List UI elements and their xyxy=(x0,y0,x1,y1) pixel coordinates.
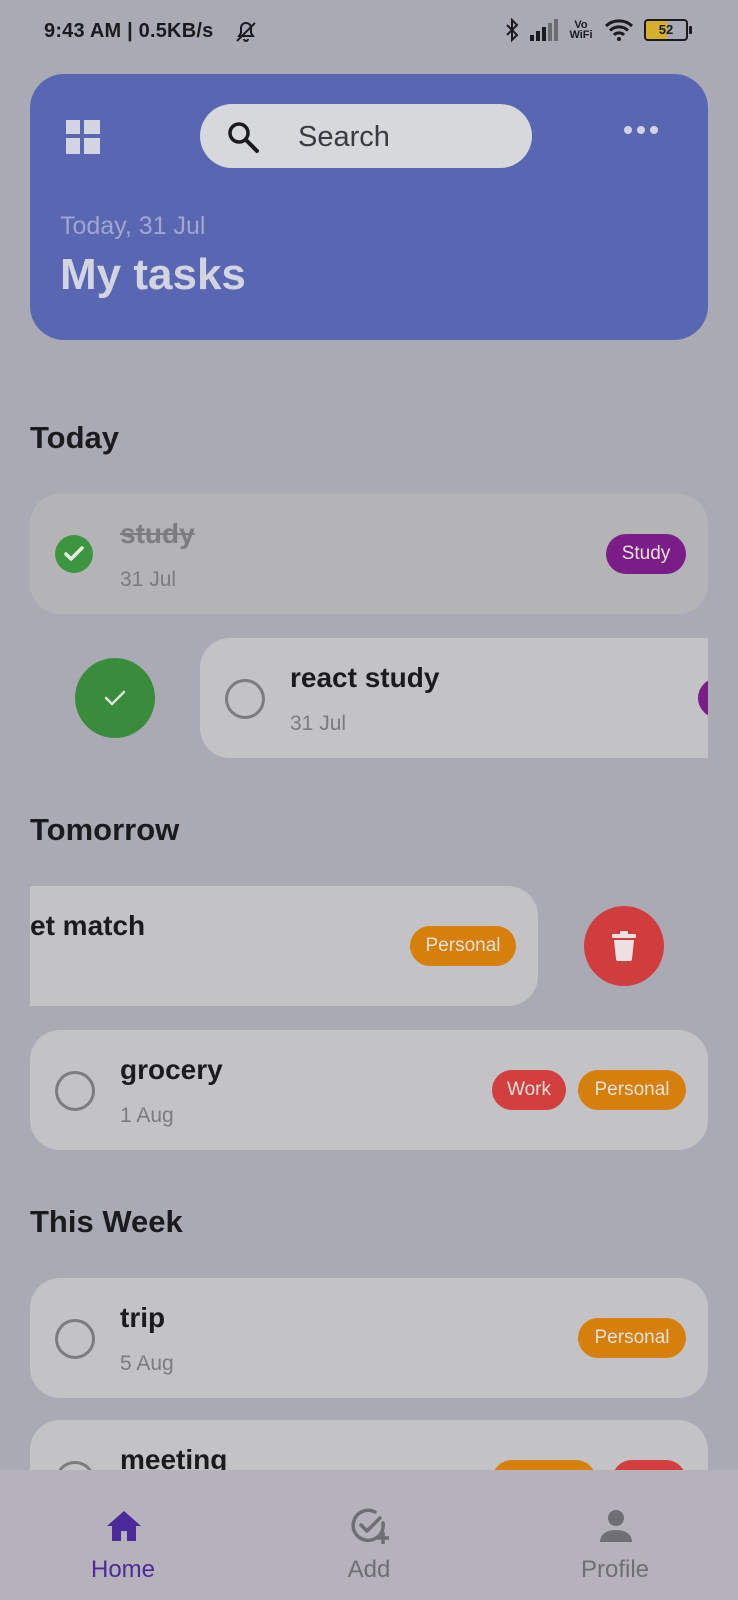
nav-label: Home xyxy=(90,1556,156,1583)
vowifi-indicator: Vo WiFi xyxy=(569,19,593,41)
tag-personal: Personal xyxy=(578,1070,686,1110)
header-date: Today, 31 Jul xyxy=(60,212,206,240)
tag-study xyxy=(698,678,708,718)
task-card[interactable]: react study 31 Jul xyxy=(200,638,708,758)
task-title: study xyxy=(120,518,195,549)
task-card[interactable]: grocery 1 Aug Work Personal xyxy=(30,1030,708,1150)
section-heading-today: Today xyxy=(30,420,119,455)
swipe-delete-action[interactable] xyxy=(584,906,664,986)
check-icon xyxy=(104,690,126,706)
mute-notification-icon xyxy=(236,21,256,42)
tag-personal xyxy=(492,1460,596,1470)
task-date: 5 Aug xyxy=(120,1352,174,1375)
status-bar: 9:43 AM | 0.5KB/s Vo WiFi 52 xyxy=(0,0,738,66)
swipe-complete-action[interactable] xyxy=(75,658,155,738)
task-date: 1 Aug xyxy=(120,1104,174,1127)
trash-icon xyxy=(612,931,636,961)
dashboard-icon[interactable] xyxy=(66,120,100,154)
task-card[interactable]: et match Personal xyxy=(30,886,538,1006)
page-title: My tasks xyxy=(60,250,246,299)
completed-checkbox[interactable] xyxy=(55,535,93,573)
nav-label: Add xyxy=(347,1556,391,1583)
tag-work: Work xyxy=(492,1070,566,1110)
task-title: meeting xyxy=(120,1444,228,1470)
check-icon xyxy=(64,546,84,561)
task-card[interactable]: study 31 Jul Study xyxy=(30,494,708,614)
task-checkbox[interactable] xyxy=(55,1319,95,1359)
tag-personal: Personal xyxy=(578,1318,686,1358)
bottom-navigation: Home Add Profile xyxy=(0,1470,738,1600)
home-icon xyxy=(107,1511,141,1541)
nav-home[interactable]: Home xyxy=(0,1470,246,1600)
more-options-icon[interactable] xyxy=(624,126,660,140)
task-checkbox[interactable] xyxy=(225,679,265,719)
task-title: trip xyxy=(120,1302,166,1333)
tag-study: Study xyxy=(606,534,686,574)
task-title: et match xyxy=(30,910,146,941)
search-bar[interactable] xyxy=(200,104,532,168)
nav-label: Profile xyxy=(580,1556,650,1583)
status-time: 9:43 AM | 0.5KB/s xyxy=(44,20,214,42)
nav-add[interactable]: Add xyxy=(246,1470,492,1600)
search-input[interactable] xyxy=(296,118,520,156)
battery-indicator: 52 xyxy=(644,19,692,41)
task-date: 31 Jul xyxy=(120,568,177,591)
tag-personal: Personal xyxy=(410,926,516,966)
section-heading-tomorrow: Tomorrow xyxy=(30,812,180,847)
signal-icon xyxy=(530,19,558,41)
search-icon xyxy=(228,122,259,153)
task-card[interactable]: trip 5 Aug Personal xyxy=(30,1278,708,1398)
task-title: grocery xyxy=(120,1054,223,1085)
bluetooth-icon xyxy=(506,18,519,42)
nav-profile[interactable]: Profile xyxy=(492,1470,738,1600)
task-checkbox[interactable] xyxy=(55,1461,95,1470)
task-title: react study xyxy=(290,662,440,693)
section-heading-this-week: This Week xyxy=(30,1204,183,1239)
tag-work xyxy=(612,1460,686,1470)
task-checkbox[interactable] xyxy=(55,1071,95,1111)
header-card: Today, 31 Jul My tasks xyxy=(30,74,708,340)
task-date: 31 Jul xyxy=(290,712,347,735)
profile-icon xyxy=(600,1510,632,1542)
wifi-icon xyxy=(604,19,634,41)
add-task-icon xyxy=(351,1508,389,1544)
task-card[interactable]: meeting xyxy=(30,1420,708,1470)
